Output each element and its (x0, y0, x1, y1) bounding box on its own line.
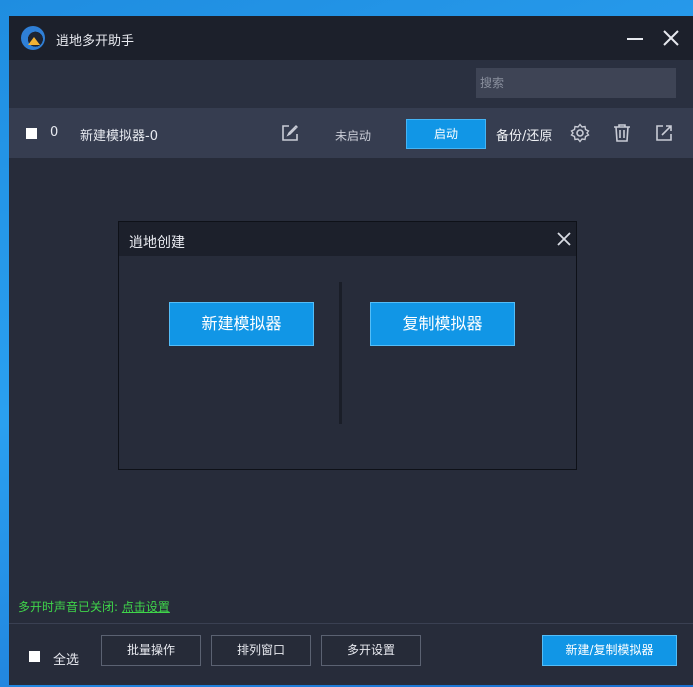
sound-notice-text: 多开时声音已关闭: (18, 600, 122, 614)
trash-icon[interactable] (612, 123, 632, 143)
minimize-button[interactable] (621, 24, 649, 52)
app-logo-icon (21, 26, 45, 50)
emulator-row: 0 新建模拟器-0 未启动 启动 备份/还原 (9, 108, 693, 158)
batch-operation-button[interactable]: 批量操作 (101, 635, 201, 666)
status-label: 未启动 (335, 129, 372, 143)
select-all-label: 全选 (53, 653, 80, 668)
footer-bar: 全选 批量操作 排列窗口 多开设置 新建/复制模拟器 (9, 624, 693, 685)
app-window: 逍地多开助手 0 新建模拟器-0 未启动 启动 备份/还原 (9, 16, 693, 685)
dialog-close-icon[interactable] (555, 230, 573, 248)
close-button[interactable] (657, 24, 685, 52)
window-title: 逍地多开助手 (56, 34, 135, 49)
new-emulator-button[interactable]: 新建模拟器 (169, 302, 314, 346)
sound-settings-link[interactable]: 点击设置 (122, 600, 170, 614)
multi-open-settings-button[interactable]: 多开设置 (321, 635, 421, 666)
dialog-header: 逍地创建 (119, 222, 576, 256)
dialog-divider (339, 282, 342, 424)
emulator-name: 新建模拟器-0 (80, 129, 158, 144)
backup-restore-button[interactable]: 备份/还原 (496, 125, 552, 144)
copy-emulator-button[interactable]: 复制模拟器 (370, 302, 515, 346)
create-dialog: 逍地创建 新建模拟器 复制模拟器 (118, 221, 577, 470)
title-bar[interactable]: 逍地多开助手 (9, 16, 693, 60)
toolbar (9, 60, 693, 108)
new-copy-emulator-button[interactable]: 新建/复制模拟器 (542, 635, 677, 666)
start-button[interactable]: 启动 (406, 119, 486, 149)
gear-icon[interactable] (570, 123, 590, 143)
arrange-windows-button[interactable]: 排列窗口 (211, 635, 311, 666)
dialog-title: 逍地创建 (129, 235, 185, 251)
select-all-checkbox[interactable] (29, 651, 40, 662)
row-checkbox[interactable] (26, 128, 37, 139)
close-icon (663, 30, 679, 46)
share-icon[interactable] (654, 123, 674, 143)
row-index: 0 (50, 125, 59, 140)
edit-icon[interactable] (281, 124, 299, 142)
search-input[interactable] (476, 68, 676, 98)
sound-notice: 多开时声音已关闭: 点击设置 (18, 598, 170, 615)
